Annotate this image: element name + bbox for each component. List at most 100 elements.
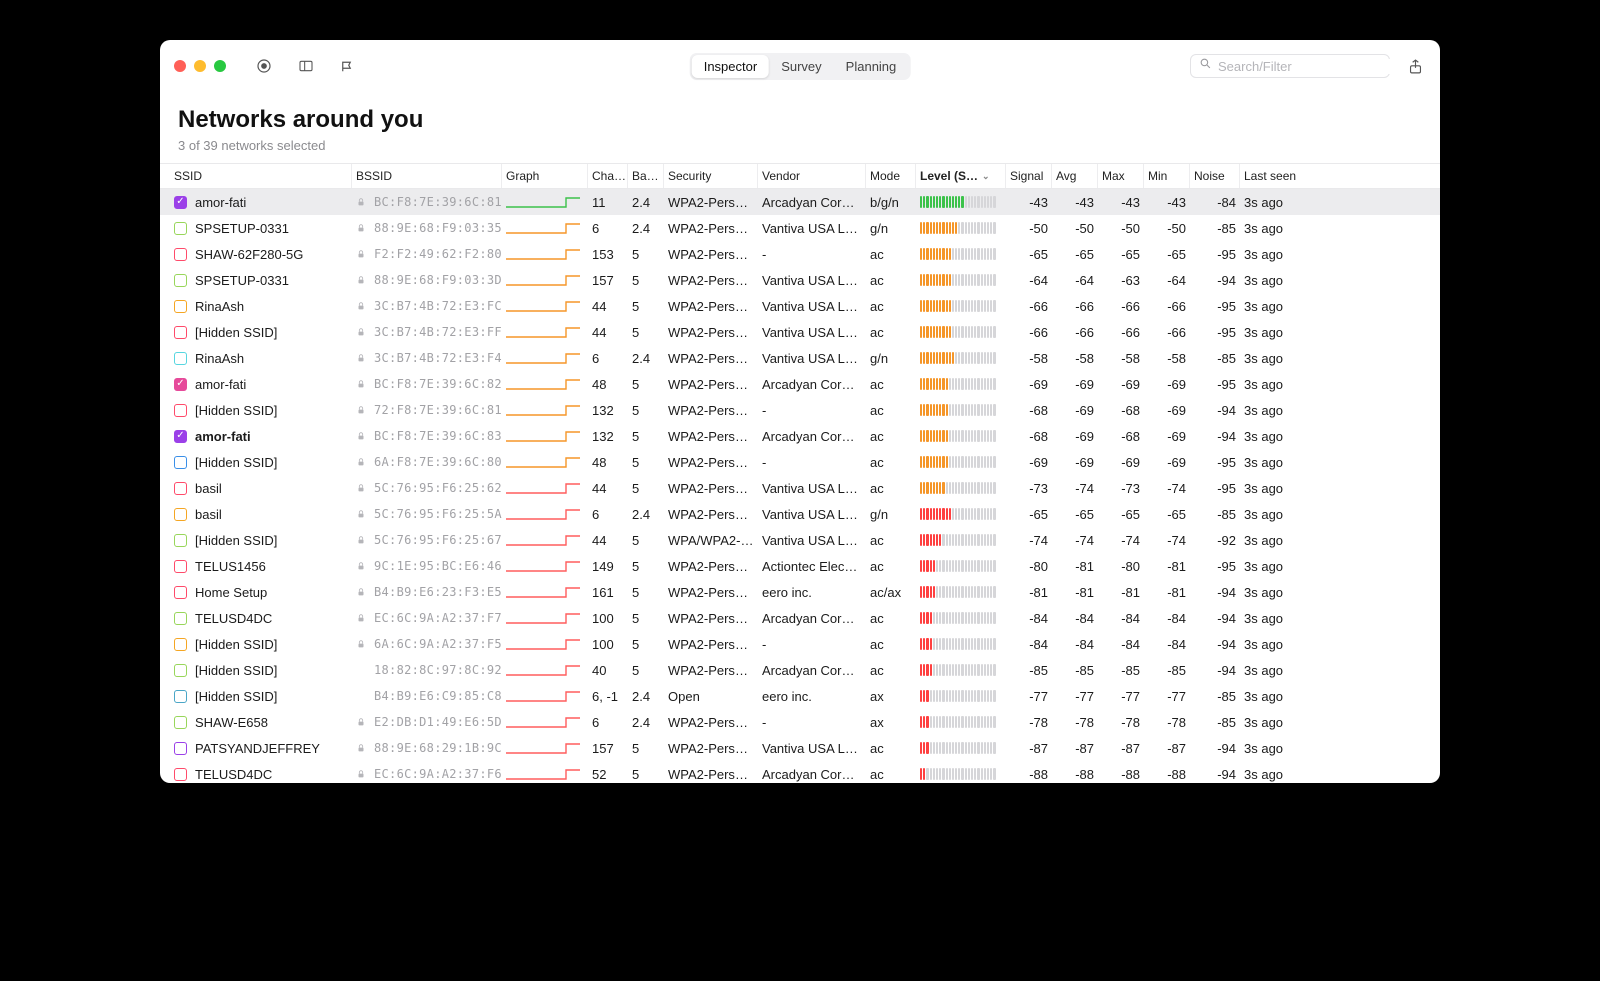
table-row[interactable]: [Hidden SSID]B4:B9:E6:C9:85:C86, -12.4Op… xyxy=(160,683,1440,709)
tab-planning[interactable]: Planning xyxy=(834,55,909,78)
fullscreen-button[interactable] xyxy=(214,60,226,72)
band-label: 5 xyxy=(628,455,664,470)
level-bars xyxy=(916,378,1006,390)
table-row[interactable]: [Hidden SSID]72:F8:7E:39:6C:811325WPA2-P… xyxy=(160,397,1440,423)
col-avg[interactable]: Avg xyxy=(1052,164,1098,188)
table-row[interactable]: RinaAsh3C:B7:4B:72:E3:FC445WPA2-Perso…Va… xyxy=(160,293,1440,319)
table-row[interactable]: SHAW-E658E2:DB:D1:49:E6:5D62.4WPA2-Perso… xyxy=(160,709,1440,735)
network-checkbox[interactable] xyxy=(174,534,187,547)
network-checkbox[interactable] xyxy=(174,586,187,599)
col-band[interactable]: Ba… xyxy=(628,164,664,188)
signal-sparkline xyxy=(506,351,580,365)
max-label: -65 xyxy=(1098,247,1144,262)
col-noise[interactable]: Noise xyxy=(1190,164,1240,188)
network-checkbox[interactable] xyxy=(174,560,187,573)
record-icon[interactable] xyxy=(250,55,278,77)
close-button[interactable] xyxy=(174,60,186,72)
band-label: 5 xyxy=(628,481,664,496)
table-row[interactable]: TELUS14569C:1E:95:BC:E6:461495WPA2-Perso… xyxy=(160,553,1440,579)
max-label: -43 xyxy=(1098,195,1144,210)
col-security[interactable]: Security xyxy=(664,164,758,188)
security-label: WPA2-Perso… xyxy=(664,559,758,574)
band-label: 5 xyxy=(628,637,664,652)
col-ssid[interactable]: SSID xyxy=(170,164,352,188)
network-checkbox[interactable] xyxy=(174,404,187,417)
table-row[interactable]: TELUSD4DCEC:6C:9A:A2:37:F6525WPA2-Perso…… xyxy=(160,761,1440,783)
network-checkbox[interactable] xyxy=(174,482,187,495)
table-row[interactable]: SPSETUP-033188:9E:68:F9:03:3562.4WPA2-Pe… xyxy=(160,215,1440,241)
network-checkbox[interactable] xyxy=(174,768,187,781)
table-row[interactable]: [Hidden SSID]5C:76:95:F6:25:67445WPA/WPA… xyxy=(160,527,1440,553)
table-row[interactable]: [Hidden SSID]6A:F8:7E:39:6C:80485WPA2-Pe… xyxy=(160,449,1440,475)
max-label: -74 xyxy=(1098,533,1144,548)
network-checkbox[interactable] xyxy=(174,612,187,625)
avg-label: -65 xyxy=(1052,507,1098,522)
network-checkbox[interactable] xyxy=(174,456,187,469)
network-checkbox[interactable]: ✓ xyxy=(174,430,187,443)
network-checkbox[interactable] xyxy=(174,690,187,703)
table-row[interactable]: basil5C:76:95:F6:25:62445WPA2-Perso…Vant… xyxy=(160,475,1440,501)
tab-inspector[interactable]: Inspector xyxy=(692,55,769,78)
network-checkbox[interactable] xyxy=(174,300,187,313)
col-bssid[interactable]: BSSID xyxy=(352,164,502,188)
table-row[interactable]: SHAW-62F280-5GF2:F2:49:62:F2:801535WPA2-… xyxy=(160,241,1440,267)
signal-sparkline xyxy=(506,429,580,443)
network-checkbox[interactable] xyxy=(174,638,187,651)
page-header: Networks around you 3 of 39 networks sel… xyxy=(160,92,1440,163)
col-level[interactable]: Level (S…⌄ xyxy=(916,164,1006,188)
ssid-label: SHAW-62F280-5G xyxy=(195,247,303,262)
table-row[interactable]: SPSETUP-033188:9E:68:F9:03:3D1575WPA2-Pe… xyxy=(160,267,1440,293)
network-checkbox[interactable] xyxy=(174,326,187,339)
table-row[interactable]: ✓amor-fatiBC:F8:7E:39:6C:81112.4WPA2-Per… xyxy=(160,189,1440,215)
avg-label: -85 xyxy=(1052,663,1098,678)
share-button[interactable] xyxy=(1404,58,1426,75)
table-row[interactable]: [Hidden SSID]6A:6C:9A:A2:37:F51005WPA2-P… xyxy=(160,631,1440,657)
channel-label: 153 xyxy=(588,247,628,262)
network-checkbox[interactable] xyxy=(174,742,187,755)
security-label: WPA2-Perso… xyxy=(664,325,758,340)
table-row[interactable]: Home SetupB4:B9:E6:23:F3:E51615WPA2-Pers… xyxy=(160,579,1440,605)
band-label: 2.4 xyxy=(628,715,664,730)
table-row[interactable]: TELUSD4DCEC:6C:9A:A2:37:F71005WPA2-Perso… xyxy=(160,605,1440,631)
table-row[interactable]: PATSYANDJEFFREY88:9E:68:29:1B:9C1575WPA2… xyxy=(160,735,1440,761)
col-vendor[interactable]: Vendor xyxy=(758,164,866,188)
marker-icon[interactable] xyxy=(334,55,362,77)
table-row[interactable]: ✓amor-fatiBC:F8:7E:39:6C:831325WPA2-Pers… xyxy=(160,423,1440,449)
lastseen-label: 3s ago xyxy=(1240,533,1322,548)
network-checkbox[interactable] xyxy=(174,508,187,521)
lock-icon xyxy=(356,301,370,311)
noise-label: -85 xyxy=(1190,689,1240,704)
sidebar-toggle-icon[interactable] xyxy=(292,55,320,77)
check-icon: ✓ xyxy=(176,431,184,441)
security-label: WPA2-Perso… xyxy=(664,715,758,730)
signal-label: -66 xyxy=(1006,325,1052,340)
network-checkbox[interactable] xyxy=(174,274,187,287)
table-row[interactable]: RinaAsh3C:B7:4B:72:E3:F462.4WPA2-Perso…V… xyxy=(160,345,1440,371)
col-max[interactable]: Max xyxy=(1098,164,1144,188)
avg-label: -65 xyxy=(1052,247,1098,262)
network-checkbox[interactable] xyxy=(174,352,187,365)
col-lastseen[interactable]: Last seen xyxy=(1240,164,1322,188)
table-row[interactable]: basil5C:76:95:F6:25:5A62.4WPA2-Perso…Van… xyxy=(160,501,1440,527)
minimize-button[interactable] xyxy=(194,60,206,72)
network-checkbox[interactable] xyxy=(174,716,187,729)
table-row[interactable]: [Hidden SSID]18:82:8C:97:8C:92405WPA2-Pe… xyxy=(160,657,1440,683)
search-field[interactable] xyxy=(1190,54,1390,78)
table-row[interactable]: [Hidden SSID]3C:B7:4B:72:E3:FF445WPA2-Pe… xyxy=(160,319,1440,345)
col-min[interactable]: Min xyxy=(1144,164,1190,188)
network-checkbox[interactable] xyxy=(174,222,187,235)
lock-icon xyxy=(356,717,370,727)
col-channel[interactable]: Cha… xyxy=(588,164,628,188)
tab-survey[interactable]: Survey xyxy=(769,55,833,78)
col-mode[interactable]: Mode xyxy=(866,164,916,188)
search-input[interactable] xyxy=(1218,59,1394,74)
col-signal[interactable]: Signal xyxy=(1006,164,1052,188)
network-checkbox[interactable] xyxy=(174,248,187,261)
col-graph[interactable]: Graph xyxy=(502,164,588,188)
avg-label: -69 xyxy=(1052,429,1098,444)
network-checkbox[interactable]: ✓ xyxy=(174,196,187,209)
avg-label: -69 xyxy=(1052,377,1098,392)
table-row[interactable]: ✓amor-fatiBC:F8:7E:39:6C:82485WPA2-Perso… xyxy=(160,371,1440,397)
network-checkbox[interactable] xyxy=(174,664,187,677)
network-checkbox[interactable]: ✓ xyxy=(174,378,187,391)
